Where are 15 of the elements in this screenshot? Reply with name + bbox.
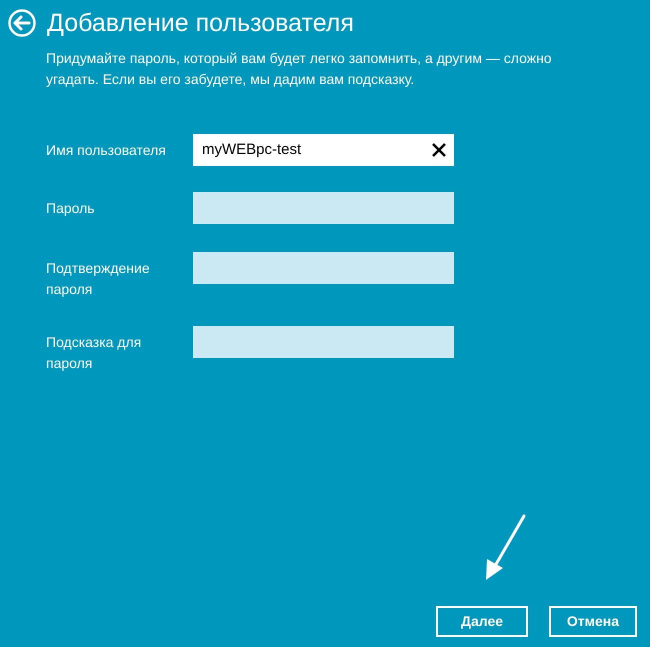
field-label: Подсказка для пароля bbox=[46, 333, 142, 373]
input-field[interactable] bbox=[193, 252, 454, 284]
page-title: Добавление пользователя bbox=[47, 8, 354, 39]
back-icon[interactable] bbox=[8, 9, 36, 37]
cancel-button[interactable]: Отмена bbox=[549, 606, 637, 637]
input-field[interactable] bbox=[193, 192, 454, 224]
clear-icon[interactable] bbox=[432, 143, 446, 157]
field-label: Имя пользователя bbox=[46, 141, 167, 160]
arrow-drawing bbox=[483, 514, 527, 582]
input-field[interactable]: myWEBpc-test bbox=[193, 134, 454, 166]
description: Придумайте пароль, который вам будет легко запомнить, а другим — сложно угадать. Если вы его забудете, мы дадим вам подсказку. bbox=[46, 49, 553, 89]
field-label: Пароль bbox=[46, 199, 96, 218]
field-label: Подтверждение пароля bbox=[46, 259, 151, 299]
input-field[interactable] bbox=[193, 326, 454, 358]
next-button[interactable]: Далее bbox=[436, 606, 528, 637]
